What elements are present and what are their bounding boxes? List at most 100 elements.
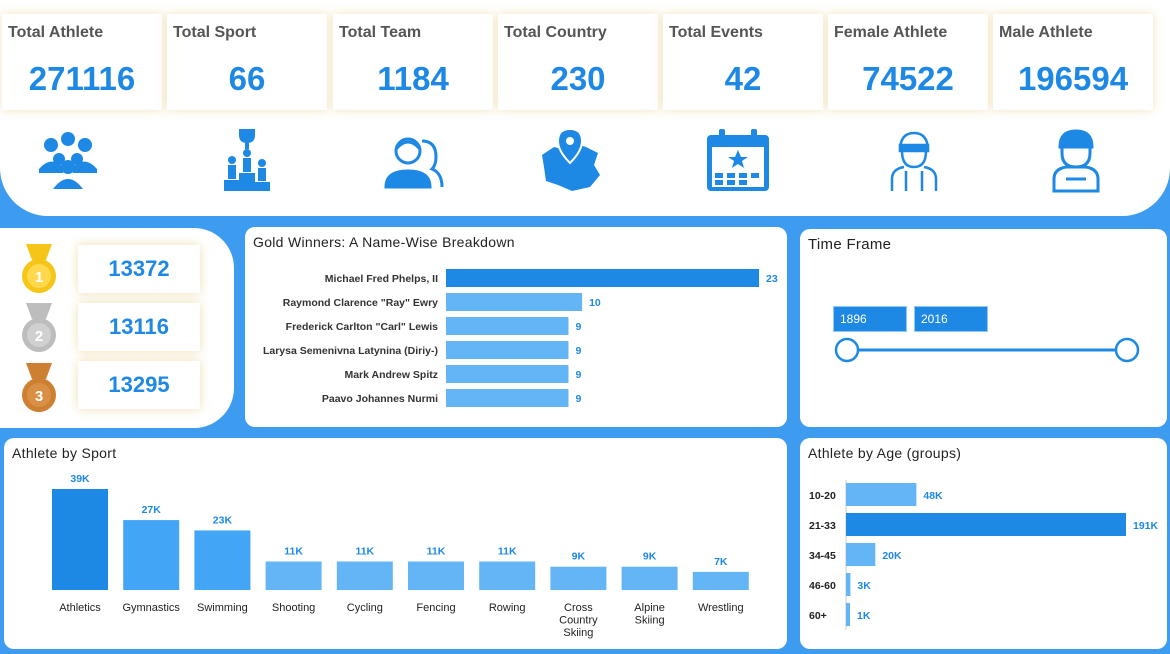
silver-medal-icon: 2 [22,303,56,352]
medal-rank: 2 [35,328,43,345]
category-label: Rowing [489,602,526,614]
data-label: 9 [575,393,581,405]
athlete-by-age-chart[interactable]: 10-20 48K 21-33 191K 34-45 20K 46-60 3K 60+ 1K [800,438,1167,649]
bar [846,603,850,626]
kpi-card-female-athlete[interactable]: Female Athlete 74522 [828,14,988,110]
kpi-label: Female Athlete [834,24,948,41]
bar [846,483,917,506]
kpi-card-total-athlete[interactable]: Total Athlete 271116 [2,14,162,110]
data-label: 20K [882,550,902,562]
year-range-slider[interactable] [830,336,1142,366]
bar [846,513,1126,536]
data-label: 1K [857,610,871,622]
bar [52,489,108,590]
athlete-by-sport-chart[interactable]: 39K Athletics 27K Gymnastics 23K Swimming 11K S… [4,438,787,649]
data-label: 10 [589,297,601,309]
bronze-medal-count: 13295 [78,361,200,409]
athlete-by-sport-panel: Athlete by Sport 39K Athletics 27K Gymnasti… [4,438,787,649]
category-label: Cycling [347,602,383,614]
category-label: Frederick Carlton "Carl" Lewis [286,321,438,333]
data-label: 11K [355,546,374,558]
medal-rank: 3 [35,388,43,405]
kpi-value: 1184 [377,60,449,97]
data-label: 11K [427,546,446,558]
time-frame-title: Time Frame [808,236,892,253]
kpi-label: Total Sport [173,24,257,41]
bar [446,317,569,335]
data-label: 9K [643,551,657,563]
kpi-label: Total Team [339,24,422,41]
category-label: Raymond Clarence "Ray" Ewry [283,297,438,309]
bar [846,573,851,596]
bar [692,571,749,590]
category-label: 46-60 [809,580,836,592]
data-label: 191K [1133,520,1159,532]
bar [446,389,569,407]
category-label: Paavo Johannes Nurmi [322,393,438,405]
slider-start-handle [834,337,860,363]
bar [336,561,393,590]
data-label: 9 [575,321,581,333]
bronze-medal-icon: 3 [22,363,56,412]
kpi-label: Male Athlete [999,24,1093,41]
bar [446,269,759,287]
category-label: Larysa Semenivna Latynina (Diriy-) [263,345,438,357]
kpi-header: Total Athlete 271116 Total Sport 66 Tota… [0,0,1170,216]
category-label: Wrestling [698,602,744,614]
start-year-input[interactable]: 1896 [833,306,907,332]
data-label: 23K [213,514,233,526]
kpi-card-total-country[interactable]: Total Country 230 [498,14,658,110]
category-label: 34-45 [809,550,836,562]
gold-winners-panel: Gold Winners: A Name-Wise Breakdown Mich… [245,227,787,427]
bar [446,341,569,359]
bar [123,520,180,590]
data-label: 48K [923,490,943,502]
bar [194,530,251,590]
bar [408,561,464,590]
category-label: Cross Country Skiing [559,602,598,639]
gold-winners-chart[interactable]: Michael Fred Phelps, II 23 Raymond Clarenc… [245,227,787,427]
category-label: Swimming [197,602,248,614]
kpi-value: 42 [724,60,762,97]
bar [550,566,607,590]
slider-end-handle [1114,337,1140,363]
data-label: 11K [284,546,303,558]
bar [846,543,876,566]
category-label: 10-20 [809,490,836,502]
team-icon [384,137,444,189]
category-label: Gymnastics [122,602,180,614]
category-label: Alpine Skiing [634,602,665,627]
category-label: Mark Andrew Spitz [344,369,438,381]
medal-panel: 1 2 3 13372 13116 13295 [0,228,234,428]
kpi-label: Total Events [669,24,763,41]
kpi-value: 74522 [862,60,954,97]
kpi-card-total-team[interactable]: Total Team 1184 [333,14,493,110]
bar [265,561,322,590]
end-year-input[interactable]: 2016 [914,306,988,332]
kpi-card-male-athlete[interactable]: Male Athlete 196594 [993,14,1153,110]
category-label: 60+ [809,610,827,622]
kpi-value: 66 [228,60,266,97]
kpi-label: Total Athlete [8,24,104,41]
data-label: 7K [714,556,728,568]
category-label: 21-33 [809,520,836,532]
data-label: 3K [857,580,871,592]
kpi-value: 271116 [28,60,136,97]
data-label: 27K [142,504,162,516]
data-label: 23 [766,273,778,285]
kpi-card-total-events[interactable]: Total Events 42 [663,14,823,110]
category-label: Michael Fred Phelps, II [325,273,438,285]
kpi-card-total-sport[interactable]: Total Sport 66 [167,14,327,110]
bar [479,561,536,590]
data-label: 9 [575,345,581,357]
data-label: 9 [575,369,581,381]
kpi-value: 230 [550,60,606,97]
country-map-icon [542,127,600,191]
bar [446,293,583,311]
kpi-label: Total Country [504,24,607,41]
athletes-group-icon [39,132,97,189]
silver-medal-count: 13116 [78,303,200,351]
category-label: Athletics [59,602,101,614]
data-label: 9K [572,551,586,563]
female-athlete-icon [890,131,938,191]
